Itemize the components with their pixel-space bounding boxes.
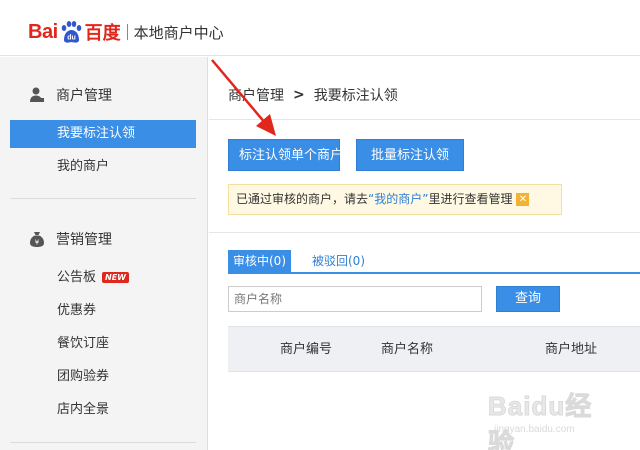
sidebar-item-panorama[interactable]: 店内全景 xyxy=(10,396,196,424)
logo-bai-text: Bai xyxy=(28,20,58,43)
sidebar-group-marketing-title: 营销管理 xyxy=(56,232,112,248)
breadcrumb-divider xyxy=(209,119,640,120)
tab-reviewing[interactable]: 审核中(0) xyxy=(228,250,291,272)
new-badge: NEW xyxy=(102,272,129,283)
top-header: Bai du 百度 本地商户中心 xyxy=(0,0,640,56)
notice-prefix: 已通过审核的商户，请去 xyxy=(236,192,369,206)
sidebar-item-coupons-label: 优惠券 xyxy=(57,303,97,318)
tab-underline xyxy=(228,272,640,274)
sidebar-divider xyxy=(10,198,196,199)
sidebar-group-merchant[interactable]: 商户管理 xyxy=(28,85,112,105)
section-divider xyxy=(209,232,640,233)
sidebar-item-reservation[interactable]: 餐饮订座 xyxy=(10,330,196,358)
baidu-logo[interactable]: Bai du 百度 本地商户中心 xyxy=(28,18,224,46)
column-header-merchant-name: 商户名称 xyxy=(381,342,434,357)
money-bag-icon: ¥ xyxy=(28,230,46,248)
page: Bai du 百度 本地商户中心 商户管理 我要标注认领 我的商户 ¥ 营销管理… xyxy=(0,0,640,450)
baidu-jingyan-watermark: Baidu经验 jingyan.baidu.com xyxy=(488,386,618,450)
logo-baidu-cn-text: 百度 xyxy=(84,23,121,44)
paw-logo-icon: du xyxy=(59,20,83,44)
sidebar-item-bulletin[interactable]: 公告板 NEW xyxy=(10,264,196,292)
sidebar-item-panorama-label: 店内全景 xyxy=(57,402,110,417)
sidebar-item-reservation-label: 餐饮订座 xyxy=(57,336,110,351)
breadcrumb-current: 我要标注认领 xyxy=(313,88,398,104)
notice-banner: 已通过审核的商户，请去“我的商户”里进行查看管理 ✕ xyxy=(228,184,562,215)
watermark-url: jingyan.baidu.com xyxy=(494,424,575,435)
sidebar-item-group-buy-label: 团购验券 xyxy=(57,369,110,384)
claim-single-merchant-button[interactable]: 标注认领单个商户 xyxy=(228,139,343,171)
column-header-merchant-id: 商户编号 xyxy=(280,342,333,357)
sidebar-divider-bottom xyxy=(10,442,196,443)
notice-suffix: 里进行查看管理 xyxy=(428,192,513,206)
breadcrumb-separator: > xyxy=(293,87,305,103)
sidebar-group-marketing[interactable]: ¥ 营销管理 xyxy=(28,229,112,249)
sidebar: 商户管理 我要标注认领 我的商户 ¥ 营销管理 公告板 NEW 优惠券 餐饮订座… xyxy=(0,57,208,450)
tab-rejected[interactable]: 被驳回(0) xyxy=(307,250,370,272)
user-icon xyxy=(28,86,46,104)
merchant-name-search-input[interactable] xyxy=(228,286,482,312)
close-icon[interactable]: ✕ xyxy=(516,193,530,206)
my-merchants-link[interactable]: “我的商户” xyxy=(368,192,428,206)
logo-du-text: du xyxy=(67,35,76,42)
logo-separator xyxy=(126,24,128,40)
sidebar-item-coupons[interactable]: 优惠券 xyxy=(10,297,196,325)
breadcrumb-parent[interactable]: 商户管理 xyxy=(228,85,284,105)
svg-text:¥: ¥ xyxy=(35,239,40,247)
table-header: 商户编号 商户名称 商户地址 xyxy=(228,326,640,372)
watermark-text: Baidu经验 xyxy=(488,391,593,450)
sidebar-item-claim-label: 我要标注认领 xyxy=(57,126,136,141)
sidebar-item-group-buy[interactable]: 团购验券 xyxy=(10,363,196,391)
column-header-merchant-address: 商户地址 xyxy=(545,342,598,357)
search-button[interactable]: 查询 xyxy=(496,286,560,312)
sidebar-item-my-merchants[interactable]: 我的商户 xyxy=(10,153,196,181)
sidebar-item-my-merchants-label: 我的商户 xyxy=(57,159,110,174)
sidebar-group-merchant-title: 商户管理 xyxy=(56,88,112,104)
breadcrumb: 商户管理 > 我要标注认领 xyxy=(228,85,398,105)
site-subtitle: 本地商户中心 xyxy=(133,23,224,42)
sidebar-item-bulletin-label: 公告板 xyxy=(57,270,97,285)
sidebar-item-claim[interactable]: 我要标注认领 xyxy=(10,120,196,148)
batch-claim-button[interactable]: 批量标注认领 xyxy=(356,139,464,171)
